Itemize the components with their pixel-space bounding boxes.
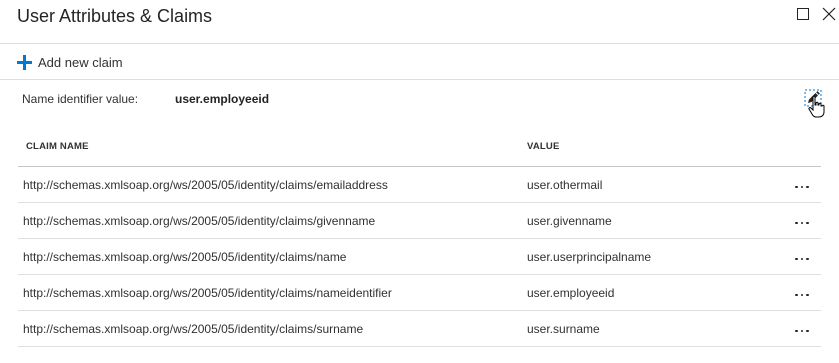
claims-table: CLAIM NAME VALUE http://schemas.xmlsoap.… <box>18 131 821 347</box>
more-options-icon <box>795 257 809 261</box>
table-row[interactable]: http://schemas.xmlsoap.org/ws/2005/05/id… <box>18 203 821 239</box>
claim-name-cell: http://schemas.xmlsoap.org/ws/2005/05/id… <box>23 286 392 300</box>
edit-name-identifier-button[interactable] <box>804 89 822 107</box>
table-row[interactable]: http://schemas.xmlsoap.org/ws/2005/05/id… <box>18 311 821 347</box>
claim-value-cell: user.givenname <box>527 214 612 228</box>
more-options-icon <box>795 185 809 189</box>
more-options-icon <box>795 329 809 333</box>
page-title: User Attributes & Claims <box>17 6 213 26</box>
more-options-icon <box>795 221 809 225</box>
row-more-options-button[interactable] <box>791 217 813 229</box>
row-more-options-button[interactable] <box>791 253 813 265</box>
maximize-button[interactable] <box>795 6 811 22</box>
add-new-claim-label: Add new claim <box>38 54 123 70</box>
table-row[interactable]: http://schemas.xmlsoap.org/ws/2005/05/id… <box>18 239 821 275</box>
claim-value-cell: user.employeeid <box>527 286 615 300</box>
column-header-value[interactable]: VALUE <box>527 141 560 152</box>
claim-name-cell: http://schemas.xmlsoap.org/ws/2005/05/id… <box>23 214 376 228</box>
claims-panel: User Attributes & Claims Add new claim N… <box>0 0 839 363</box>
column-header-claim-name[interactable]: CLAIM NAME <box>26 141 89 152</box>
name-identifier-label: Name identifier value: <box>22 92 139 106</box>
plus-icon <box>17 54 32 70</box>
panel-header: User Attributes & Claims <box>0 0 839 44</box>
name-identifier-value: user.employeeid <box>175 92 270 106</box>
claim-name-cell: http://schemas.xmlsoap.org/ws/2005/05/id… <box>23 250 347 264</box>
more-options-icon <box>795 293 809 297</box>
command-bar: Add new claim <box>0 44 839 80</box>
table-row[interactable]: http://schemas.xmlsoap.org/ws/2005/05/id… <box>18 167 821 203</box>
claim-value-cell: user.othermail <box>527 178 603 192</box>
row-more-options-button[interactable] <box>791 289 813 301</box>
edit-icon <box>804 89 822 107</box>
close-icon <box>822 7 836 21</box>
table-header: CLAIM NAME VALUE <box>18 131 821 167</box>
row-more-options-button[interactable] <box>791 325 813 337</box>
claim-name-cell: http://schemas.xmlsoap.org/ws/2005/05/id… <box>23 178 388 192</box>
maximize-icon <box>797 8 809 20</box>
row-more-options-button[interactable] <box>791 181 813 193</box>
claim-name-cell: http://schemas.xmlsoap.org/ws/2005/05/id… <box>23 322 364 336</box>
table-row[interactable]: http://schemas.xmlsoap.org/ws/2005/05/id… <box>18 275 821 311</box>
claim-value-cell: user.surname <box>527 322 600 336</box>
claim-value-cell: user.userprincipalname <box>527 250 652 264</box>
add-new-claim-button[interactable]: Add new claim <box>17 53 123 71</box>
close-button[interactable] <box>821 6 837 22</box>
